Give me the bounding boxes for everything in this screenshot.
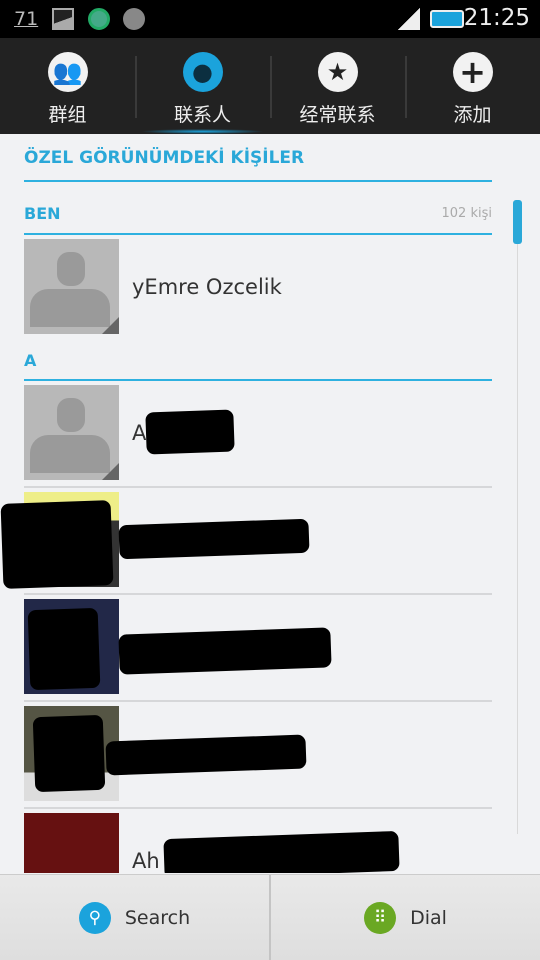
- redaction: [32, 714, 106, 793]
- scrollbar-track: [517, 244, 518, 834]
- search-label: Search: [124, 906, 191, 929]
- section-header-me: BEN 102 kişi: [24, 204, 492, 235]
- redaction: [105, 734, 307, 776]
- sync-icon: [88, 8, 110, 30]
- contact-row[interactable]: [0, 492, 492, 595]
- image-icon: [52, 8, 74, 30]
- dialpad-icon: ⠿: [364, 901, 397, 934]
- tab-frequent[interactable]: ★ 经常联系: [270, 38, 405, 134]
- contact-row-me[interactable]: yEmre Ozcelik: [24, 239, 492, 335]
- contact-name: yEmre Ozcelik: [132, 275, 282, 299]
- plus-icon: +: [452, 52, 493, 92]
- signal-icon: [398, 8, 420, 30]
- tab-label: 群组: [48, 104, 87, 126]
- avatar: [24, 813, 119, 873]
- contact-name: A: [132, 421, 147, 445]
- tab-label: 经常联系: [299, 104, 376, 126]
- contact-row[interactable]: [24, 599, 492, 702]
- redaction: [0, 500, 114, 589]
- bottom-bar: ⚲ Search ⠿ Dial: [0, 874, 540, 960]
- section-header-a: A: [24, 351, 492, 381]
- redaction: [163, 830, 400, 873]
- contact-row[interactable]: Ah: [24, 813, 492, 873]
- star-icon: ★: [317, 52, 358, 92]
- search-icon: ⚲: [78, 901, 111, 934]
- clock: 21:25: [463, 5, 530, 31]
- redaction: [118, 518, 310, 560]
- contact-row[interactable]: [24, 706, 492, 809]
- list-title: ÖZEL GÖRÜNÜMDEKİ KİŞİLER: [24, 148, 492, 182]
- dial-button[interactable]: ⠿ Dial: [269, 875, 540, 960]
- status-bar: 71 21:25: [0, 0, 540, 38]
- avatar: [24, 239, 119, 334]
- person-icon: ●: [182, 52, 223, 92]
- notification-count: 71: [14, 8, 39, 30]
- redaction: [27, 607, 101, 691]
- search-button[interactable]: ⚲ Search: [0, 875, 269, 960]
- tab-groups[interactable]: 👥 群组: [0, 38, 135, 134]
- groups-icon: 👥: [47, 52, 88, 92]
- dial-label: Dial: [410, 906, 447, 929]
- avatar: [24, 385, 119, 480]
- redaction: [118, 627, 332, 675]
- tab-label: 联系人: [173, 104, 231, 126]
- tab-add[interactable]: + 添加: [405, 38, 540, 134]
- tab-contacts[interactable]: ● 联系人: [135, 38, 270, 134]
- scrollbar-thumb[interactable]: [513, 200, 522, 244]
- tab-label: 添加: [453, 104, 492, 126]
- contact-row[interactable]: A: [24, 385, 492, 488]
- android-icon: [123, 8, 145, 30]
- contact-name: Ah: [132, 849, 160, 873]
- section-label: BEN: [24, 204, 61, 223]
- battery-charging-icon: [430, 10, 464, 28]
- redaction: [145, 409, 235, 455]
- tab-bar: 👥 群组 ● 联系人 ★ 经常联系 + 添加: [0, 38, 540, 134]
- contact-count: 102 kişi: [441, 206, 492, 221]
